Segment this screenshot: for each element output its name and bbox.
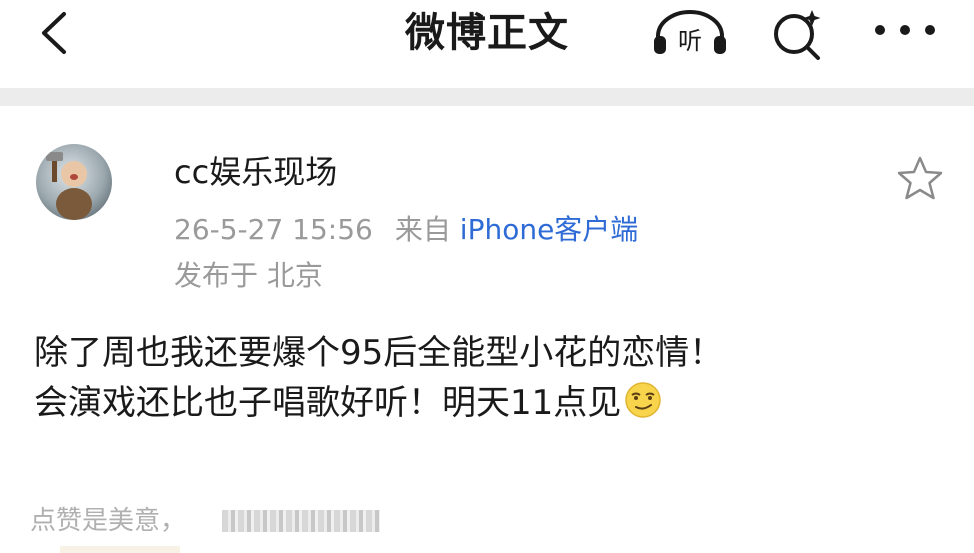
- headphones-icon[interactable]: 听: [650, 8, 730, 58]
- username[interactable]: cc娱乐现场: [174, 152, 337, 192]
- source-prefix: 来自: [394, 213, 451, 246]
- post-card: cc娱乐现场 26-5-27 15:56 来自 iPhone客户端 发布于 北京 …: [0, 106, 974, 553]
- smirk-emoji-icon: [623, 380, 663, 420]
- search-sparkle-icon[interactable]: [768, 6, 828, 62]
- post-body-text: 会演戏还比也子唱歌好听！明天11点见: [34, 383, 622, 423]
- post-body: 除了周也我还要爆个95后全能型小花的恋情！ 会演戏还比也子唱歌好听！明天11点见: [34, 328, 954, 428]
- post-body-line: 除了周也我还要爆个95后全能型小花的恋情！: [34, 333, 724, 373]
- post-timestamp: 26-5-27 15:56: [174, 213, 373, 246]
- post-body-line-2: 会演戏还比也子唱歌好听！明天11点见: [34, 378, 954, 428]
- more-dots-icon[interactable]: [870, 10, 940, 50]
- chevron-left-icon[interactable]: [36, 8, 76, 58]
- bottom-fade: [60, 546, 180, 553]
- redacted-text: [222, 510, 380, 532]
- post-meta: 26-5-27 15:56 来自 iPhone客户端: [174, 212, 638, 248]
- source-link[interactable]: iPhone客户端: [460, 213, 639, 246]
- post-location: 发布于 北京: [174, 259, 323, 292]
- section-divider: [0, 88, 974, 106]
- avatar[interactable]: [36, 144, 112, 220]
- top-nav-bar: 微博正文 听: [0, 0, 974, 88]
- like-hint: 点赞是美意，: [30, 506, 187, 536]
- star-outline-icon[interactable]: [895, 154, 945, 204]
- listen-label: 听: [678, 27, 702, 55]
